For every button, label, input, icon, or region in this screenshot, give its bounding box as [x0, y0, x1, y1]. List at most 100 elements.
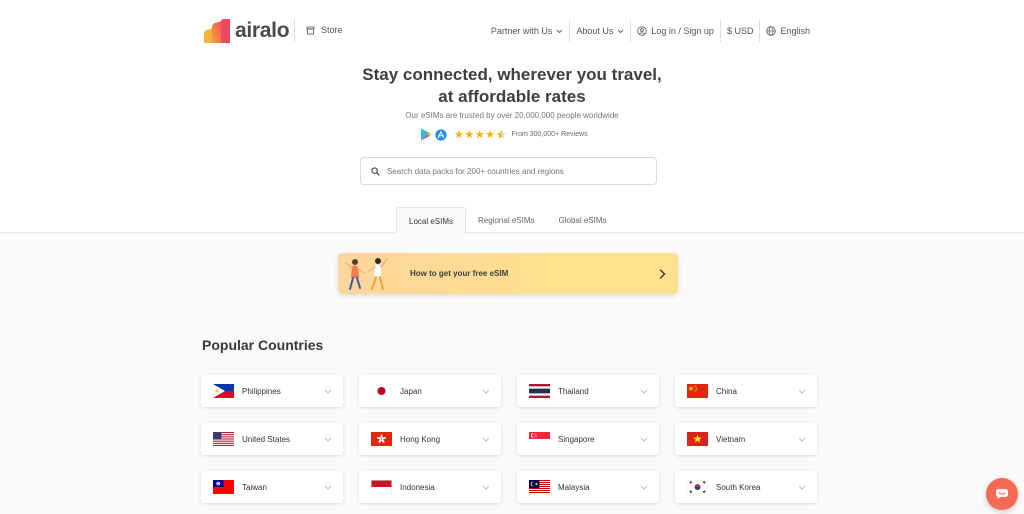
- south-korea-flag-icon: [687, 480, 708, 494]
- google-play-icon[interactable]: [420, 128, 432, 141]
- airalo-logo-mark-icon: [204, 19, 230, 43]
- malaysia-flag-icon: [529, 480, 550, 494]
- header-area: airalo Store Partner with Us About Us Lo…: [0, 0, 1024, 234]
- country-card-japan[interactable]: Japan: [359, 375, 501, 407]
- country-name: Philippines: [242, 386, 281, 396]
- about-menu[interactable]: About Us: [570, 20, 630, 42]
- chevron-down-icon: [324, 437, 332, 442]
- chevron-down-icon: [482, 437, 490, 442]
- login-link[interactable]: Log in / Sign up: [631, 20, 720, 42]
- partner-menu[interactable]: Partner with Us: [485, 20, 570, 42]
- app-store-icon[interactable]: [435, 128, 447, 141]
- country-card-china[interactable]: China: [675, 375, 817, 407]
- hong-kong-flag-icon: [371, 432, 392, 446]
- chevron-down-icon: [640, 485, 648, 490]
- login-label: Log in / Sign up: [651, 26, 714, 36]
- thailand-flag-icon: [529, 384, 550, 398]
- rating-stars: ★ ★ ★ ★: [454, 129, 507, 141]
- chevron-down-icon: [798, 437, 806, 442]
- chevron-down-icon: [640, 389, 648, 394]
- hero-subtitle: Our eSIMs are trusted by over 20,000,000…: [405, 111, 619, 120]
- country-card-malaysia[interactable]: Malaysia: [517, 471, 659, 503]
- about-label: About Us: [576, 26, 614, 36]
- chevron-down-icon: [798, 389, 806, 394]
- indonesia-flag-icon: [371, 480, 392, 494]
- star-icon: ★: [474, 128, 485, 141]
- chevron-down-icon: [798, 485, 806, 490]
- store-icon: [306, 25, 315, 35]
- brand-name: airalo: [235, 19, 290, 42]
- popular-countries-title: Popular Countries: [202, 337, 324, 353]
- tab-local-esims[interactable]: Local eSIMs: [396, 207, 467, 234]
- airalo-logo[interactable]: airalo: [202, 19, 290, 43]
- banner-label: How to get your free eSIM: [410, 269, 509, 278]
- hero-title-line-1: Stay connected, wherever you travel,: [362, 65, 662, 84]
- country-name: Indonesia: [400, 482, 435, 492]
- header-divider: [294, 20, 295, 42]
- free-esim-banner[interactable]: How to get your free eSIM: [338, 253, 678, 294]
- chevron-down-icon: [324, 485, 332, 490]
- country-name: Hong Kong: [400, 434, 441, 444]
- popular-countries-grid: Philippines Japan Thailand China United …: [201, 375, 817, 503]
- country-name: United States: [242, 434, 291, 444]
- country-name: South Korea: [716, 482, 761, 492]
- country-name: Vietnam: [716, 434, 746, 444]
- half-star-icon: [496, 129, 506, 139]
- reviews-count: From 300,000+ Reviews: [511, 131, 588, 138]
- search-icon: [371, 166, 380, 176]
- chevron-down-icon: [557, 29, 563, 33]
- country-name: Singapore: [558, 434, 595, 444]
- chat-support-button[interactable]: [986, 478, 1018, 510]
- chevron-down-icon: [482, 485, 490, 490]
- country-card-united-states[interactable]: United States: [201, 423, 343, 455]
- taiwan-flag-icon: [213, 480, 234, 494]
- chevron-down-icon: [640, 437, 648, 442]
- chevron-right-icon: [659, 268, 666, 279]
- chevron-down-icon: [324, 389, 332, 394]
- japan-flag-icon: [371, 384, 392, 398]
- country-name: Thailand: [558, 386, 589, 396]
- search-input[interactable]: [387, 166, 647, 176]
- esim-type-tabs: Local eSIMs Regional eSIMs Global eSIMs: [396, 207, 619, 234]
- country-card-taiwan[interactable]: Taiwan: [201, 471, 343, 503]
- chevron-down-icon: [482, 389, 490, 394]
- singapore-flag-icon: [529, 432, 550, 446]
- store-link[interactable]: Store: [306, 25, 343, 35]
- user-icon: [637, 26, 648, 36]
- country-name: Malaysia: [558, 482, 590, 492]
- country-card-south-korea[interactable]: South Korea: [675, 471, 817, 503]
- chat-icon: [996, 489, 1008, 499]
- currency-label: $ USD: [726, 26, 754, 36]
- dancing-people-illustration: [345, 258, 388, 290]
- usa-flag-icon: [213, 432, 234, 446]
- tab-global-esims[interactable]: Global eSIMs: [547, 207, 619, 234]
- star-icon: ★: [454, 128, 464, 141]
- store-label: Store: [321, 25, 343, 35]
- country-card-vietnam[interactable]: Vietnam: [675, 423, 817, 455]
- tab-regional-esims[interactable]: Regional eSIMs: [466, 207, 546, 234]
- search-box[interactable]: [360, 157, 657, 185]
- partner-label: Partner with Us: [490, 26, 553, 36]
- app-rating: ★ ★ ★ ★ From 300,000+ Reviews: [420, 128, 588, 141]
- philippines-flag-icon: [213, 384, 234, 398]
- country-card-hong-kong[interactable]: Hong Kong: [359, 423, 501, 455]
- top-nav: Partner with Us About Us Log in / Sign u…: [485, 20, 816, 42]
- country-card-singapore[interactable]: Singapore: [517, 423, 659, 455]
- hero-title-line-2: at affordable rates: [438, 87, 586, 106]
- vietnam-flag-icon: [687, 432, 708, 446]
- country-name: Taiwan: [242, 482, 267, 492]
- country-card-thailand[interactable]: Thailand: [517, 375, 659, 407]
- hero-title: Stay connected, wherever you travel, at …: [0, 64, 1024, 108]
- chevron-down-icon: [618, 29, 624, 33]
- language-label: English: [780, 26, 810, 36]
- globe-icon: [766, 26, 777, 36]
- country-card-indonesia[interactable]: Indonesia: [359, 471, 501, 503]
- country-name: China: [716, 386, 737, 396]
- star-icon: ★: [464, 128, 475, 141]
- star-icon: ★: [485, 128, 495, 141]
- country-name: Japan: [400, 386, 422, 396]
- language-selector[interactable]: English: [760, 20, 816, 42]
- china-flag-icon: [687, 384, 708, 398]
- country-card-philippines[interactable]: Philippines: [201, 375, 343, 407]
- currency-selector[interactable]: $ USD: [721, 20, 760, 42]
